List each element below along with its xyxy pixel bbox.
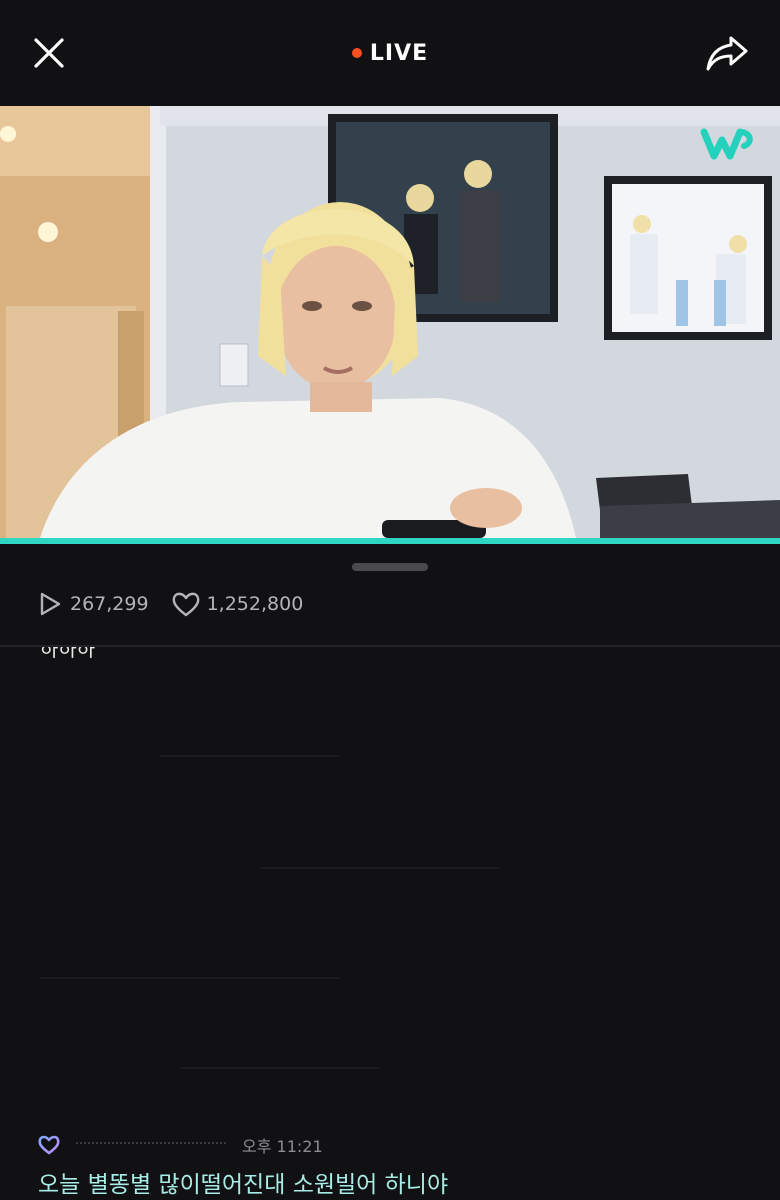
live-indicator: LIVE — [0, 38, 780, 68]
live-video-player[interactable] — [0, 106, 780, 538]
membership-heart-icon — [38, 1135, 60, 1155]
faded-chat-trace — [260, 867, 500, 869]
live-dot — [351, 48, 362, 58]
faded-chat-trace — [180, 1067, 380, 1069]
live-label: LIVE — [369, 40, 429, 66]
share-button[interactable] — [704, 30, 750, 76]
play-count: 267,299 — [36, 590, 149, 618]
info-panel: 267,299 1,252,800 하하하 오후 11:21 오늘 별똥별 많이… — [0, 544, 780, 1200]
play-count-value: 267,299 — [70, 593, 149, 615]
heart-icon — [172, 592, 199, 617]
play-icon — [40, 592, 61, 616]
video-frame — [0, 106, 780, 538]
cut-off-chat-line: 하하하 — [40, 647, 96, 661]
chat-list[interactable]: 하하하 오후 11:21 오늘 별똥별 많이떨어진대 소원빌어 하니야 — [0, 647, 780, 1200]
like-count: 1,252,800 — [171, 590, 304, 618]
faded-chat-trace — [160, 755, 340, 757]
panel-drag-handle[interactable] — [352, 563, 428, 571]
share-icon — [706, 36, 748, 71]
weverse-logo-icon — [700, 128, 753, 160]
chat-message-meta: 오후 11:21 — [38, 1133, 758, 1157]
faded-chat-trace — [40, 977, 340, 979]
like-count-value: 1,252,800 — [206, 593, 304, 615]
top-bar: LIVE — [0, 0, 780, 106]
chat-message-text: 오늘 별똥별 많이떨어진대 소원빌어 하니야 — [38, 1172, 449, 1198]
chat-author-name-hidden — [76, 1142, 226, 1148]
chat-message: 오후 11:21 오늘 별똥별 많이떨어진대 소원빌어 하니야 — [38, 1133, 758, 1199]
chat-time: 오후 11:21 — [242, 1137, 323, 1156]
stats-row: 267,299 1,252,800 — [36, 588, 325, 620]
